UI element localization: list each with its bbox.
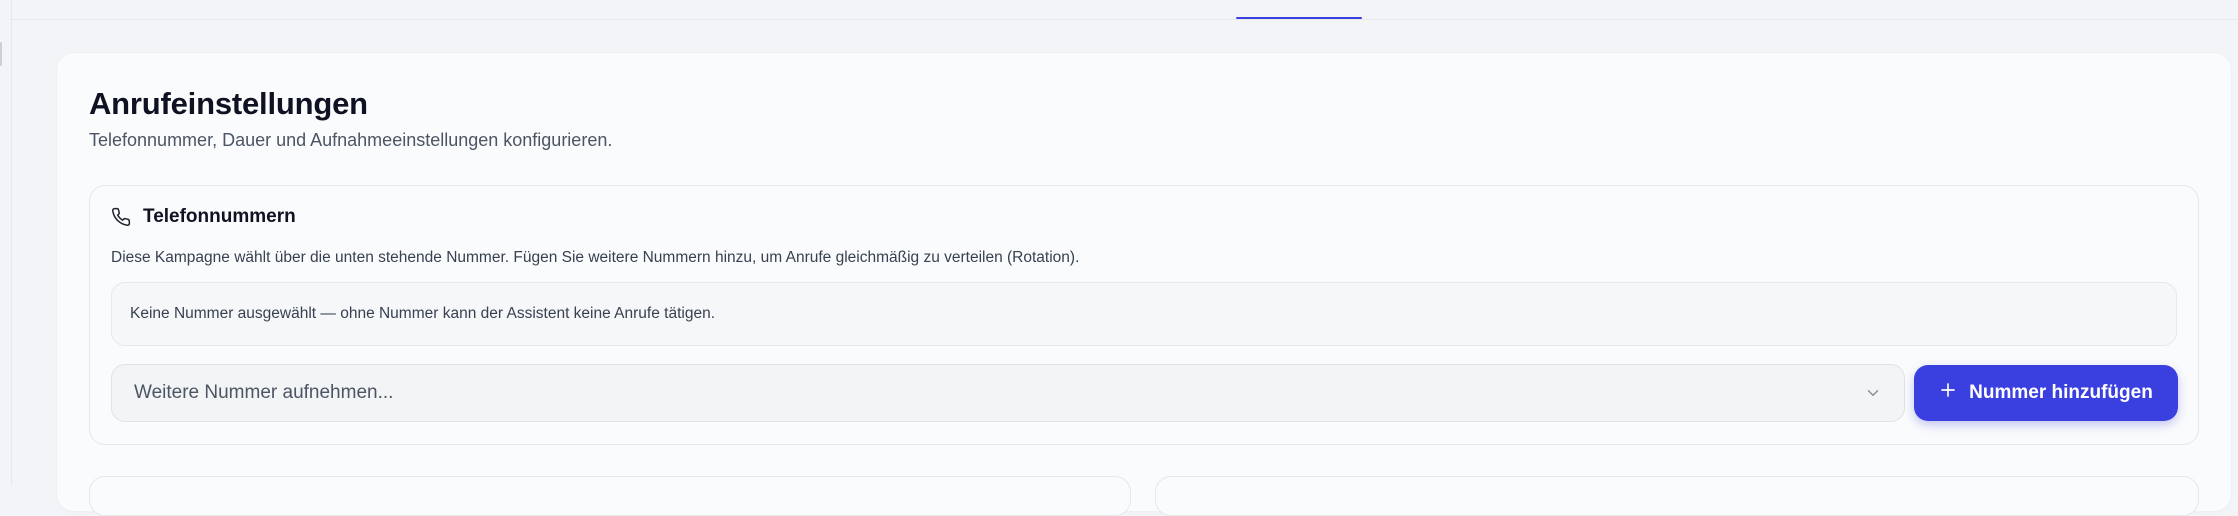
add-number-button[interactable]: Nummer hinzufügen (1914, 365, 2178, 421)
page-subtitle: Telefonnummer, Dauer und Aufnahmeeinstel… (89, 130, 613, 150)
phone-section-title: Telefonnummern (143, 206, 296, 227)
phone-icon (111, 207, 131, 227)
lower-section-right (1155, 476, 2199, 516)
plus-icon (1939, 381, 1957, 405)
phone-section-header: Telefonnummern (111, 206, 296, 228)
sidebar-rail-marker (0, 42, 2, 66)
lower-section-left (89, 476, 1131, 516)
page-title: Anrufeinstellungen (89, 86, 368, 121)
add-number-select-placeholder: Weitere Nummer aufnehmen... (134, 382, 394, 403)
chevron-down-icon (1864, 384, 1882, 402)
phone-section-description: Diese Kampagne wählt über die unten steh… (111, 249, 1080, 266)
add-number-select[interactable]: Weitere Nummer aufnehmen... (111, 364, 1905, 422)
add-number-button-label: Nummer hinzufügen (1969, 382, 2153, 403)
active-tab-indicator (1236, 17, 1362, 19)
sidebar-rail (0, 0, 12, 486)
no-number-notice-text: Keine Nummer ausgewählt — ohne Nummer ka… (130, 305, 716, 322)
top-nav-bar (0, 0, 2238, 20)
no-number-notice: Keine Nummer ausgewählt — ohne Nummer ka… (111, 282, 2177, 346)
